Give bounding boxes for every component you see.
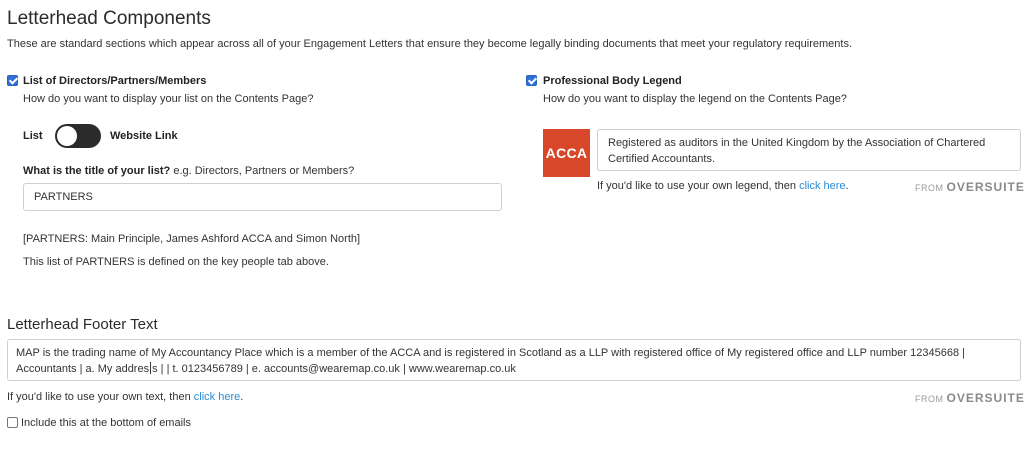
- footer-text-line2b: s | | t. 0123456789 | e. accounts@wearem…: [152, 363, 516, 375]
- directors-question: How do you want to display your list on …: [23, 93, 314, 105]
- list-title-input[interactable]: PARTNERS: [23, 183, 502, 211]
- footer-own-text: If you'd like to use your own text, then…: [7, 391, 243, 403]
- list-note: This list of PARTNERS is defined on the …: [23, 256, 329, 268]
- legend-own-prefix: If you'd like to use your own legend, th…: [597, 180, 800, 192]
- brand-from: FROM: [915, 394, 944, 404]
- text-caret: [150, 362, 152, 374]
- legend-click-here-link[interactable]: click here: [799, 180, 845, 192]
- page-description: These are standard sections which appear…: [7, 38, 853, 50]
- list-title-question: What is the title of your list? e.g. Dir…: [23, 165, 354, 177]
- footer-own-prefix: If you'd like to use your own text, then: [7, 391, 194, 403]
- list-title-question-hint: e.g. Directors, Partners or Members?: [170, 165, 355, 177]
- footer-text-box[interactable]: MAP is the trading name of My Accountanc…: [7, 339, 1021, 381]
- footer-text-line2a: Accountants | a. My addres: [16, 363, 150, 375]
- include-email-label[interactable]: Include this at the bottom of emails: [21, 417, 191, 429]
- toggle-label-website-link: Website Link: [110, 130, 178, 142]
- legend-own-suffix: .: [845, 180, 849, 192]
- list-website-toggle[interactable]: [55, 124, 101, 148]
- brand-from: FROM: [915, 183, 944, 193]
- legend-checkbox[interactable]: [526, 75, 537, 86]
- acca-logo[interactable]: ACCA: [543, 129, 590, 177]
- legend-own-text: If you'd like to use your own legend, th…: [597, 180, 849, 192]
- toggle-label-list: List: [23, 130, 43, 142]
- footer-click-here-link[interactable]: click here: [194, 391, 240, 403]
- page-title: Letterhead Components: [7, 8, 211, 29]
- oversuite-brand-legend: FROM OVERSUITE™: [915, 180, 1024, 194]
- footer-section-title: Letterhead Footer Text: [7, 316, 158, 333]
- brand-name: OVERSUITE: [946, 391, 1024, 405]
- legend-checkbox-label[interactable]: Professional Body Legend: [543, 75, 682, 87]
- list-title-question-bold: What is the title of your list?: [23, 165, 171, 177]
- footer-text-line1: MAP is the trading name of My Accountanc…: [16, 347, 965, 359]
- footer-text-line2: Accountants | a. My addres s | | t. 01234…: [16, 361, 1012, 377]
- oversuite-brand-footer: FROM OVERSUITE™: [915, 391, 1024, 405]
- legend-text-box[interactable]: Registered as auditors in the United Kin…: [597, 129, 1021, 171]
- footer-own-suffix: .: [240, 391, 244, 403]
- legend-question: How do you want to display the legend on…: [543, 93, 847, 105]
- brand-name: OVERSUITE: [946, 180, 1024, 194]
- directors-checkbox[interactable]: [7, 75, 18, 86]
- toggle-knob: [57, 126, 77, 146]
- directors-checkbox-label[interactable]: List of Directors/Partners/Members: [23, 75, 206, 87]
- include-email-checkbox[interactable]: [7, 417, 18, 428]
- list-summary: [PARTNERS: Main Principle, James Ashford…: [23, 233, 361, 245]
